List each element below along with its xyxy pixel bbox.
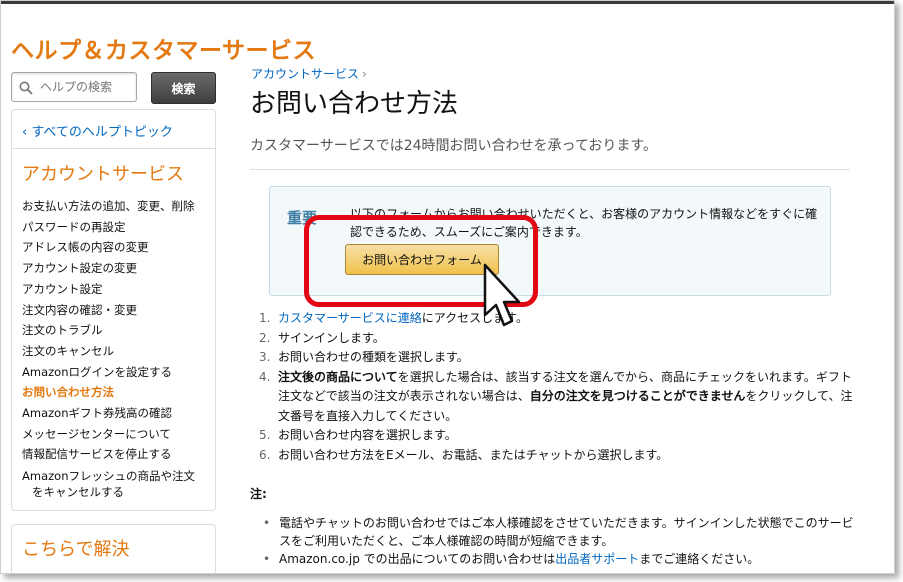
sidebar-item[interactable]: Amazonフレッシュの商品や注文 をキャンセルする <box>22 468 212 500</box>
sidebar-item[interactable]: Amazonログインを設定する <box>22 362 212 383</box>
solutions-heading: こちらで解決 <box>22 539 130 560</box>
step-number: 4. <box>259 369 271 384</box>
search-field[interactable] <box>11 72 137 102</box>
page-header-title: ヘルプ＆カスタマーサービス <box>11 38 317 64</box>
page-subtitle: カスタマーサービスでは24時間お問い合わせを承っております。 <box>250 138 658 154</box>
browser-frame: ヘルプ＆カスタマーサービス 検索 ‹ すべてのヘルプトピック アカウントサービス… <box>0 0 895 574</box>
list-item: 1. カスタマーサービスに連絡にアクセスします。 <box>259 309 859 329</box>
sidebar-list: お支払い方法の追加、変更、削除 パスワードの再設定 アドレス帳の内容の変更 アカ… <box>22 196 212 500</box>
breadcrumb: アカウントサービス › <box>251 65 367 82</box>
list-item: 4. 注文後の商品についてを選択した場合は、該当する注文を選んでから、商品にチェッ… <box>259 368 859 427</box>
steps-list: 1. カスタマーサービスに連絡にアクセスします。 2. サインインします。 3. お問… <box>259 309 859 465</box>
top-rule <box>1 1 894 4</box>
list-item: 3. お問い合わせの種類を選択します。 <box>259 348 859 368</box>
list-item: 2. サインインします。 <box>259 329 859 349</box>
step-text: お問い合わせ方法をEメール、お電話、またはチャットから選択します。 <box>278 447 669 462</box>
sidebar-item[interactable]: 注文のキャンセル <box>22 341 212 362</box>
contact-customer-service-link[interactable]: カスタマーサービスに連絡 <box>278 311 422 325</box>
sidebar-heading: アカウントサービス <box>22 164 184 185</box>
sidebar-item[interactable]: メッセージセンターについて <box>22 424 212 445</box>
sidebar-solutions-panel: こちらで解決 <box>11 524 216 573</box>
sidebar-item-line1: Amazonフレッシュの商品や注文 <box>22 469 195 484</box>
sidebar-item[interactable]: パスワードの再設定 <box>22 217 212 238</box>
step-number: 6. <box>259 447 271 462</box>
step-number: 2. <box>259 330 271 345</box>
step-number: 3. <box>259 350 271 364</box>
all-help-topics-link[interactable]: ‹ すべてのヘルプトピック <box>22 121 173 140</box>
hand-cursor-icon <box>483 263 521 327</box>
search-button[interactable]: 検索 <box>151 72 216 104</box>
notes-heading: 注: <box>250 487 267 501</box>
sidebar-item[interactable]: アカウント設定 <box>22 279 212 300</box>
step-bold-text: 注文後の商品について <box>278 369 398 384</box>
list-item: 6. お問い合わせ方法をEメール、お電話、またはチャットから選択します。 <box>259 446 859 466</box>
note-text: 電話やチャットのお問い合わせではご本人様確認をさせていただきます。サインインした… <box>279 516 854 548</box>
search-input[interactable] <box>38 79 132 95</box>
step-number: 1. <box>259 311 271 325</box>
list-item: 5. お問い合わせ内容を選択します。 <box>259 426 859 446</box>
list-item: • Amazon.co.jp での出品についてのお問い合わせは出品者サポートまでご… <box>263 550 863 568</box>
sidebar-item[interactable]: アドレス帳の内容の変更 <box>22 237 212 258</box>
notes-list: • 電話やチャットのお問い合わせではご本人様確認をさせていただきます。サインインし… <box>263 514 863 568</box>
breadcrumb-separator: › <box>362 67 367 81</box>
sidebar-item-active[interactable]: お問い合わせ方法 <box>22 382 212 403</box>
sidebar-item[interactable]: 情報配信サービスを停止する <box>22 444 212 465</box>
sidebar-item[interactable]: 注文のトラブル <box>22 320 212 341</box>
sidebar: ‹ すべてのヘルプトピック アカウントサービス お支払い方法の追加、変更、削除 … <box>11 109 216 511</box>
step-text: お問い合わせの種類を選択します。 <box>278 350 469 364</box>
step-text: お問い合わせ内容を選択します。 <box>278 428 457 442</box>
sidebar-item[interactable]: お支払い方法の追加、変更、削除 <box>22 196 212 217</box>
step-number: 5. <box>259 428 271 442</box>
step-bold-text: 自分の注文を見つけることができません <box>529 389 746 403</box>
sidebar-item[interactable]: Amazonギフト券残高の確認 <box>22 403 212 424</box>
bullet-icon: • <box>263 516 271 530</box>
note-text: Amazon.co.jp での出品についてのお問い合わせは <box>279 552 556 566</box>
list-item: • 電話やチャットのお問い合わせではご本人様確認をさせていただきます。サインインし… <box>263 514 863 550</box>
note-text: までご連絡ください。 <box>639 552 760 566</box>
breadcrumb-link[interactable]: アカウントサービス <box>251 67 359 81</box>
step-text: サインインします。 <box>278 330 385 345</box>
page-title: お問い合わせ方法 <box>250 89 459 119</box>
bullet-icon: • <box>263 552 271 566</box>
sidebar-item[interactable]: 注文内容の確認・変更 <box>22 300 212 321</box>
sidebar-item[interactable]: アカウント設定の変更 <box>22 258 212 279</box>
sidebar-divider <box>12 148 215 149</box>
search-icon <box>19 80 33 95</box>
seller-support-link[interactable]: 出品者サポート <box>555 552 639 566</box>
divider <box>250 169 850 170</box>
sidebar-item-line2: をキャンセルする <box>32 485 124 500</box>
